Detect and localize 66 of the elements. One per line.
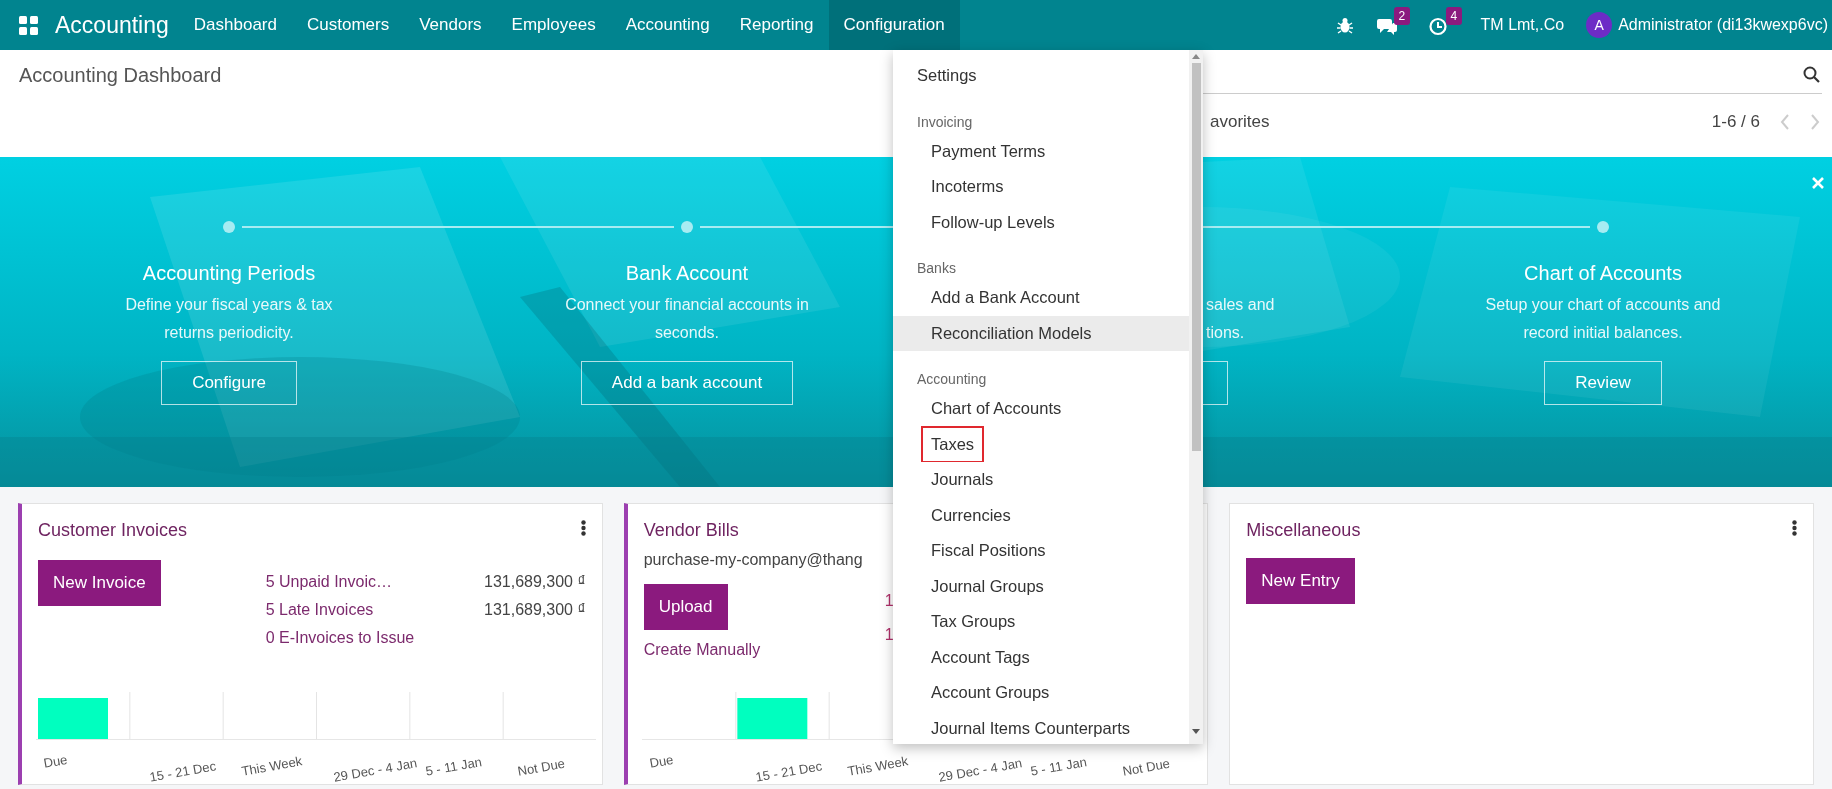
stat-amount: 131,689,300 ₫ bbox=[484, 572, 586, 592]
favorites-button[interactable]: avorites bbox=[1210, 109, 1270, 135]
card-title[interactable]: Miscellaneous bbox=[1246, 518, 1361, 542]
step-title: Bank Account bbox=[625, 261, 749, 286]
create-link[interactable]: Create Manually bbox=[643, 638, 761, 662]
scrollbar-thumb[interactable] bbox=[1191, 63, 1201, 451]
bug-icon[interactable] bbox=[1336, 16, 1353, 34]
kebab-menu-icon[interactable] bbox=[580, 520, 586, 536]
card-title[interactable]: Vendor Bills bbox=[643, 518, 739, 542]
menu-item[interactable]: Reconciliation Models bbox=[893, 315, 1189, 351]
axis-label: 29 Dec - 4 Jan bbox=[937, 754, 1025, 787]
step-description: Connect your financial accounts in seconds. bbox=[565, 295, 809, 343]
axis-label: Not Due bbox=[1121, 754, 1172, 781]
stat-link[interactable]: 1 bbox=[884, 584, 894, 618]
step-title: Chart of Accounts bbox=[1524, 261, 1682, 286]
clock-icon[interactable] bbox=[1428, 17, 1450, 36]
menu-tab[interactable]: Dashboard bbox=[178, 0, 292, 50]
axis-label: Not Due bbox=[515, 754, 567, 781]
step-description: Setup your chart of accounts and record initial balances. bbox=[1485, 295, 1721, 343]
step-description: Define your fiscal years & tax returns periodicity. bbox=[125, 295, 333, 343]
axis-label: Due bbox=[647, 750, 675, 773]
stat-link[interactable]: 1 bbox=[884, 618, 894, 652]
card-title[interactable]: Customer Invoices bbox=[38, 518, 188, 542]
stat-link[interactable]: 5 Late Invoices bbox=[265, 598, 374, 622]
axis-label: 29 Dec - 4 Jan bbox=[331, 754, 419, 787]
company-switcher[interactable]: TM Lmt,.Co bbox=[1480, 13, 1565, 37]
chat-icon[interactable] bbox=[1376, 17, 1398, 36]
axis-label: Due bbox=[42, 750, 69, 773]
menu-section-header: Invoicing bbox=[917, 113, 973, 130]
menu-section-header: Banks bbox=[917, 260, 956, 276]
count-badge: 4 bbox=[1445, 7, 1463, 25]
kebab-menu-icon[interactable] bbox=[1792, 520, 1797, 536]
primary-button[interactable]: New Entry bbox=[1246, 558, 1355, 604]
count-badge: 2 bbox=[1393, 7, 1411, 25]
axis-label: This Week bbox=[239, 752, 304, 781]
axis-label: 15 - 21 Dec bbox=[147, 757, 218, 787]
user-name[interactable]: Administrator (di13kwexp6vc) bbox=[1618, 13, 1828, 37]
menu-tab[interactable]: Customers bbox=[292, 0, 405, 50]
menu-tab[interactable]: Vendors bbox=[404, 0, 497, 50]
pager-value: 1-6 / 6 bbox=[1711, 111, 1760, 134]
apps-menu-icon[interactable] bbox=[19, 15, 38, 35]
stat-amount: 131,689,300 ₫ bbox=[484, 600, 586, 620]
step-title: Accounting Periods bbox=[142, 261, 316, 286]
step-description: sales and tions. bbox=[1206, 295, 1276, 343]
axis-label: This Week bbox=[845, 752, 910, 781]
axis-label: 15 - 21 Dec bbox=[753, 757, 824, 787]
stat-link[interactable]: 5 Unpaid Invoic… bbox=[265, 570, 392, 594]
axis-label: 5 - 11 Jan bbox=[1029, 753, 1089, 781]
menu-tab[interactable]: Employees bbox=[496, 0, 611, 50]
menu-tab[interactable]: Reporting bbox=[724, 0, 829, 50]
menu-tab[interactable]: Accounting bbox=[610, 0, 725, 50]
menu-section-header: Accounting bbox=[917, 371, 987, 387]
menu-tab[interactable]: Configuration bbox=[828, 0, 960, 50]
search-icon[interactable] bbox=[1803, 66, 1820, 83]
menu-item[interactable]: Journal Items Counterparts bbox=[893, 710, 1189, 744]
scroll-down-icon[interactable] bbox=[1192, 729, 1200, 734]
scroll-up-icon[interactable] bbox=[1192, 54, 1200, 59]
app-title: Accounting bbox=[55, 10, 169, 40]
primary-button[interactable]: New Invoice bbox=[38, 560, 161, 606]
axis-label: 5 - 11 Jan bbox=[423, 753, 484, 781]
stat-link[interactable]: 0 E-Invoices to Issue bbox=[265, 626, 415, 650]
scrollbar[interactable] bbox=[1189, 50, 1203, 744]
card-email: purchase-my-company@thang bbox=[643, 550, 863, 570]
page-title: Accounting Dashboard bbox=[19, 63, 222, 88]
user-avatar[interactable]: A bbox=[1586, 12, 1613, 38]
primary-button[interactable]: Upload bbox=[643, 584, 728, 630]
